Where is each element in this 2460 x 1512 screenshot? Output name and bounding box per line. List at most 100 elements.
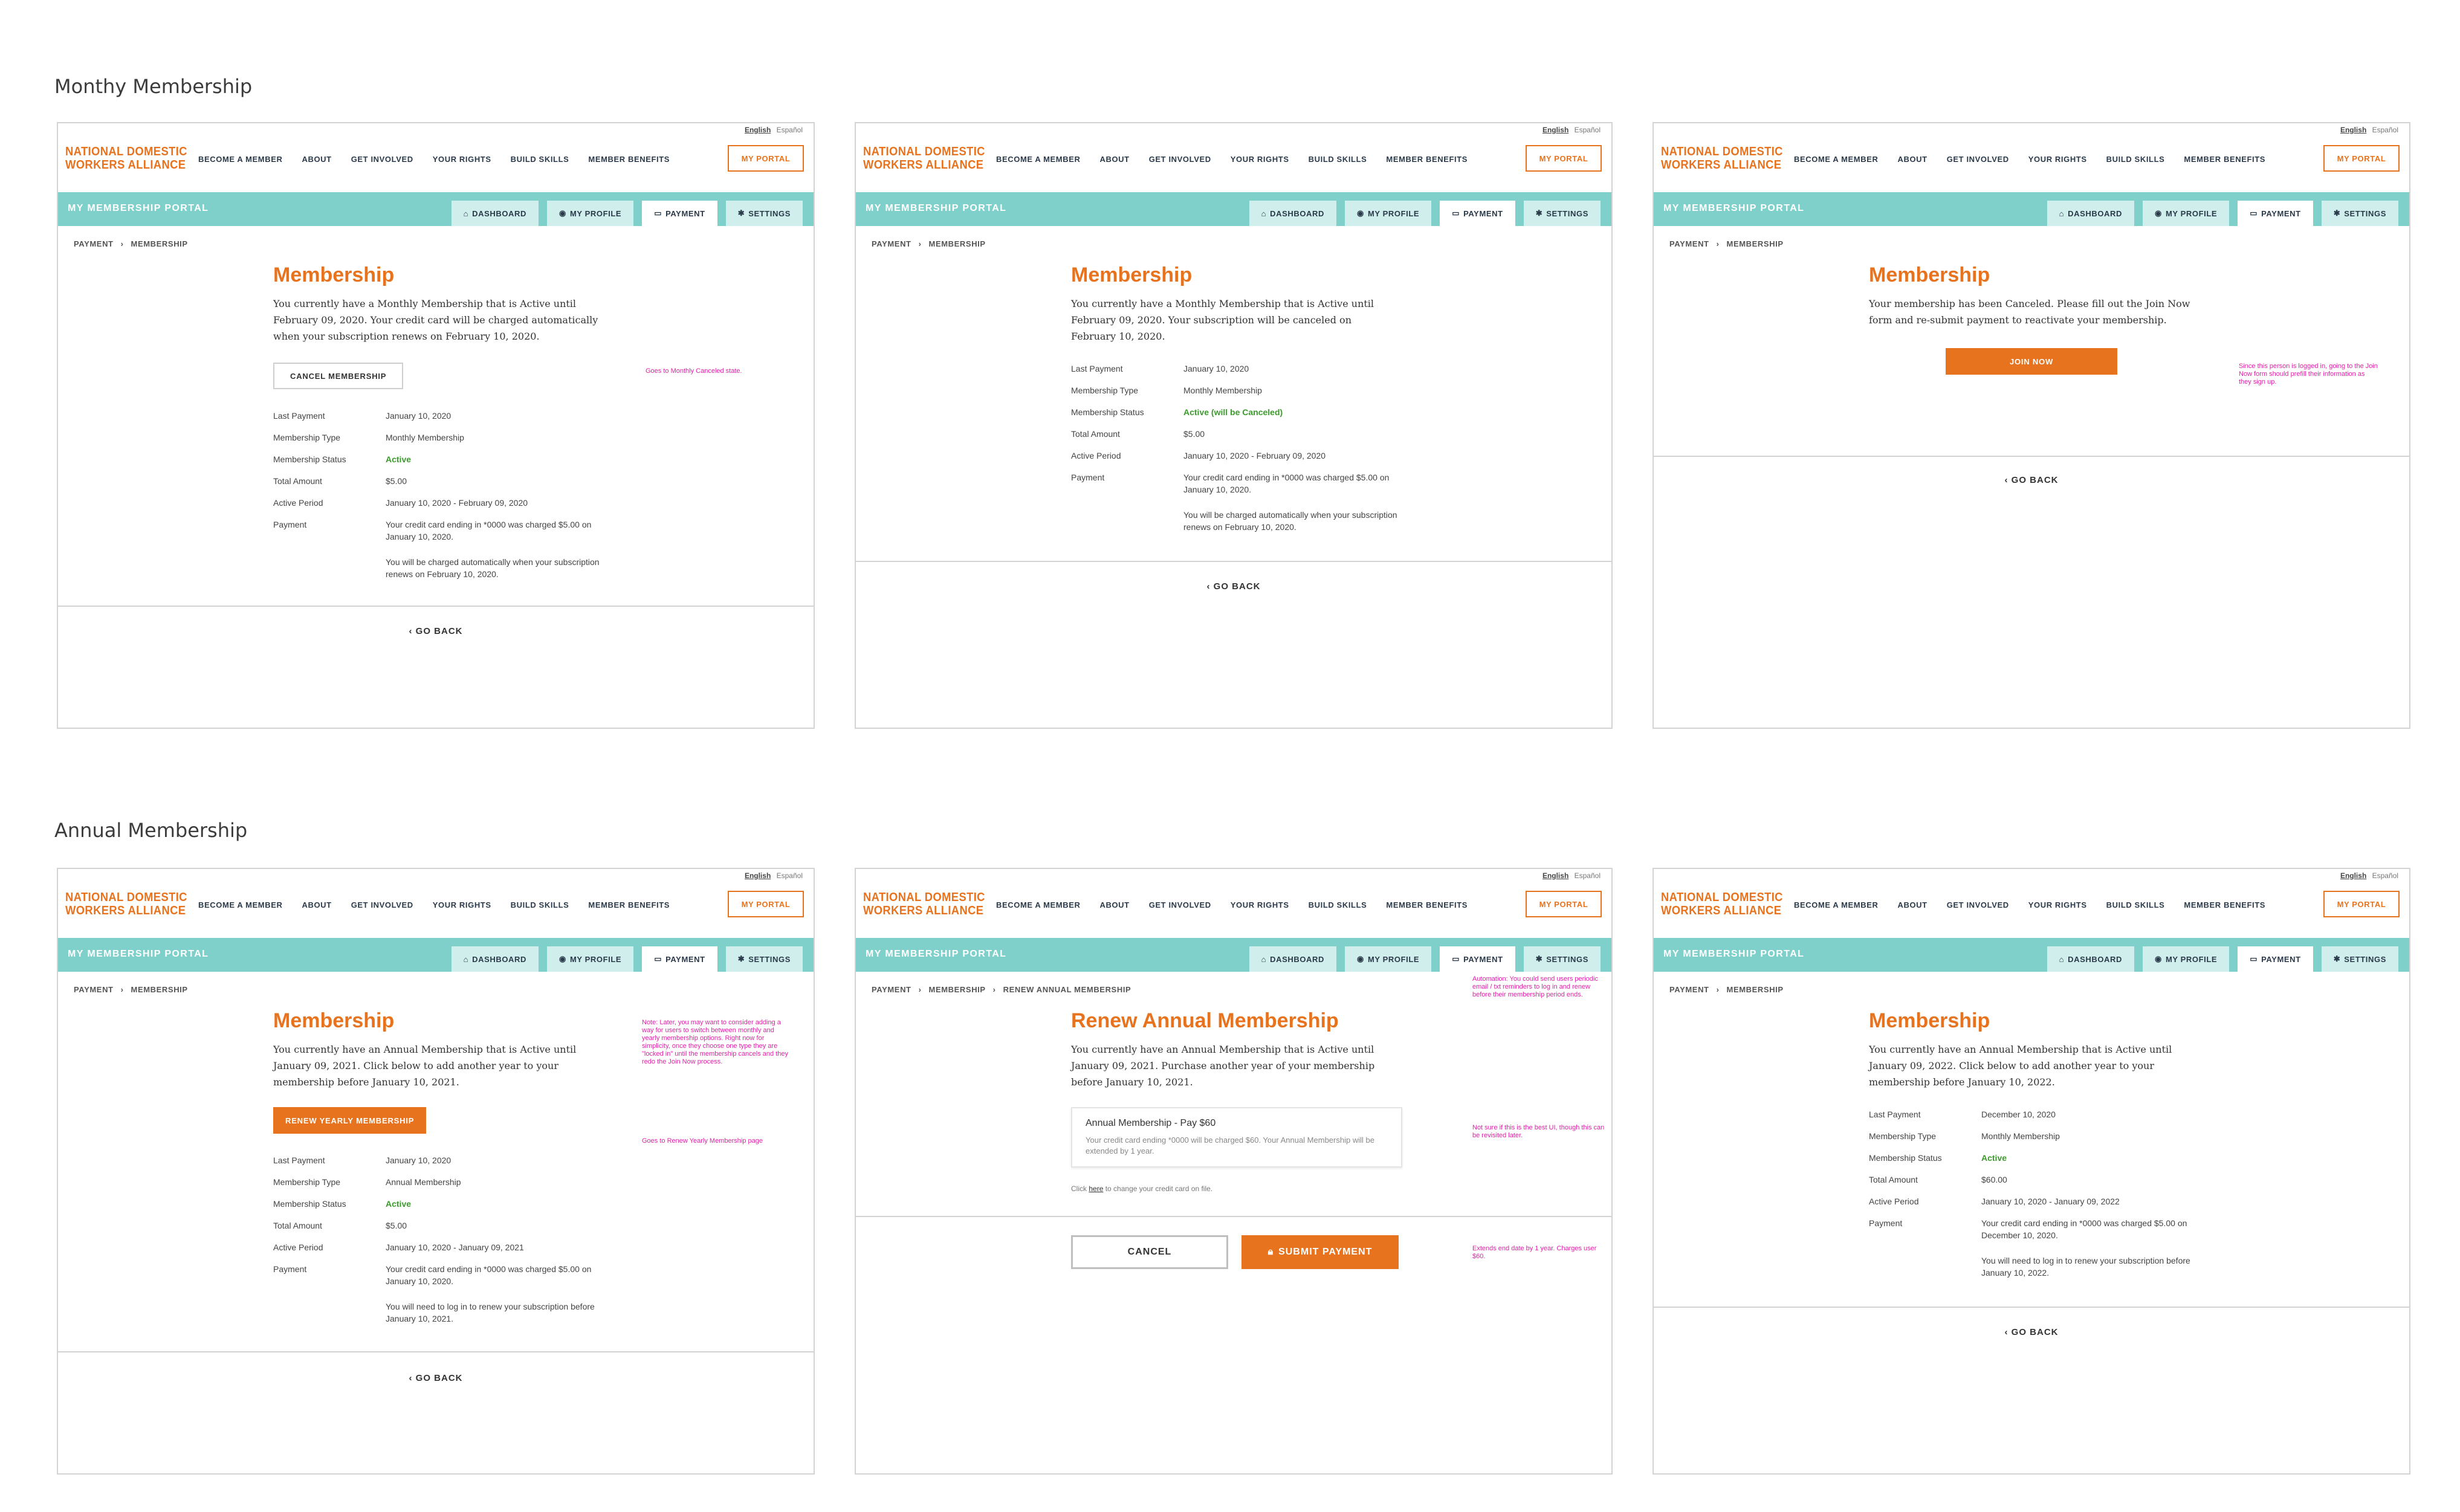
nav-your-rights[interactable]: YOUR RIGHTS <box>433 155 491 164</box>
tab-dashboard[interactable]: ⌂ DASHBOARD <box>2047 201 2135 226</box>
nav-become-member[interactable]: BECOME A MEMBER <box>996 900 1080 909</box>
my-portal-button[interactable]: MY PORTAL <box>1526 891 1602 917</box>
payment-option-card[interactable]: Annual Membership - Pay $60 Your credit … <box>1071 1107 1402 1168</box>
lang-espanol-link[interactable]: Español <box>1575 871 1601 880</box>
tab-payment[interactable]: ▭ PAYMENT <box>2238 946 2313 972</box>
my-portal-button[interactable]: MY PORTAL <box>728 891 804 917</box>
tab-settings[interactable]: ✱ SETTINGS <box>725 946 803 972</box>
crumb-membership[interactable]: MEMBERSHIP <box>929 985 986 994</box>
nda-logo[interactable]: NATIONAL DOMESTIC WORKERS ALLIANCE <box>1661 145 1783 172</box>
nav-become-member[interactable]: BECOME A MEMBER <box>198 900 282 909</box>
tab-my-profile[interactable]: ◉ MY PROFILE <box>1345 201 1432 226</box>
crumb-payment[interactable]: PAYMENT <box>74 985 114 994</box>
nav-build-skills[interactable]: BUILD SKILLS <box>511 900 569 909</box>
nav-about[interactable]: ABOUT <box>1099 900 1129 909</box>
nav-get-involved[interactable]: GET INVOLVED <box>1149 155 1211 164</box>
nav-become-member[interactable]: BECOME A MEMBER <box>996 155 1080 164</box>
nav-member-benefits[interactable]: MEMBER BENEFITS <box>2184 900 2265 909</box>
cancel-membership-button[interactable]: CANCEL MEMBERSHIP <box>273 363 404 389</box>
nav-about[interactable]: ABOUT <box>302 155 331 164</box>
my-portal-button[interactable]: MY PORTAL <box>728 145 804 172</box>
renew-yearly-membership-button[interactable]: RENEW YEARLY MEMBERSHIP <box>273 1107 427 1134</box>
my-portal-button[interactable]: MY PORTAL <box>2323 145 2400 172</box>
tab-settings[interactable]: ✱ SETTINGS <box>1523 201 1601 226</box>
nav-member-benefits[interactable]: MEMBER BENEFITS <box>588 900 670 909</box>
nav-about[interactable]: ABOUT <box>1897 155 1927 164</box>
crumb-payment[interactable]: PAYMENT <box>872 239 911 248</box>
submit-payment-button[interactable]: 🔒︎ SUBMIT PAYMENT <box>1241 1235 1399 1269</box>
nav-build-skills[interactable]: BUILD SKILLS <box>1309 900 1367 909</box>
lang-english-link[interactable]: English <box>2340 871 2366 880</box>
lang-english-link[interactable]: English <box>2340 126 2366 134</box>
lang-espanol-link[interactable]: Español <box>777 126 803 134</box>
tab-payment[interactable]: ▭ PAYMENT <box>642 201 717 226</box>
nav-your-rights[interactable]: YOUR RIGHTS <box>1231 900 1289 909</box>
nav-your-rights[interactable]: YOUR RIGHTS <box>2028 900 2087 909</box>
go-back-link[interactable]: ‹ GO BACK <box>856 581 1611 592</box>
nav-about[interactable]: ABOUT <box>302 900 331 909</box>
nav-get-involved[interactable]: GET INVOLVED <box>1947 155 2009 164</box>
join-now-button[interactable]: JOIN NOW <box>1946 348 2117 375</box>
tab-my-profile[interactable]: ◉ MY PROFILE <box>1345 946 1432 972</box>
my-portal-button[interactable]: MY PORTAL <box>2323 891 2400 917</box>
nav-build-skills[interactable]: BUILD SKILLS <box>2106 155 2165 164</box>
nav-about[interactable]: ABOUT <box>1099 155 1129 164</box>
tab-dashboard[interactable]: ⌂ DASHBOARD <box>1249 946 1337 972</box>
nav-get-involved[interactable]: GET INVOLVED <box>351 155 413 164</box>
cancel-button[interactable]: CANCEL <box>1071 1235 1228 1269</box>
go-back-link[interactable]: ‹ GO BACK <box>1654 1327 2409 1337</box>
lang-english-link[interactable]: English <box>1542 871 1568 880</box>
tab-my-profile[interactable]: ◉ MY PROFILE <box>547 201 634 226</box>
nav-about[interactable]: ABOUT <box>1897 900 1927 909</box>
nda-logo[interactable]: NATIONAL DOMESTIC WORKERS ALLIANCE <box>863 891 985 917</box>
nav-get-involved[interactable]: GET INVOLVED <box>351 900 413 909</box>
lang-english-link[interactable]: English <box>745 871 771 880</box>
my-portal-button[interactable]: MY PORTAL <box>1526 145 1602 172</box>
go-back-link[interactable]: ‹ GO BACK <box>1654 475 2409 485</box>
crumb-payment[interactable]: PAYMENT <box>74 239 114 248</box>
nda-logo[interactable]: NATIONAL DOMESTIC WORKERS ALLIANCE <box>1661 891 1783 917</box>
tab-settings[interactable]: ✱ SETTINGS <box>725 201 803 226</box>
tab-dashboard[interactable]: ⌂ DASHBOARD <box>451 201 539 226</box>
lang-espanol-link[interactable]: Español <box>2372 871 2398 880</box>
nav-your-rights[interactable]: YOUR RIGHTS <box>1231 155 1289 164</box>
go-back-link[interactable]: ‹ GO BACK <box>58 1373 814 1383</box>
tab-dashboard[interactable]: ⌂ DASHBOARD <box>451 946 539 972</box>
nav-member-benefits[interactable]: MEMBER BENEFITS <box>1386 155 1468 164</box>
tab-payment[interactable]: ▭ PAYMENT <box>1440 946 1515 972</box>
nav-member-benefits[interactable]: MEMBER BENEFITS <box>1386 900 1468 909</box>
tab-my-profile[interactable]: ◉ MY PROFILE <box>2143 201 2230 226</box>
tab-dashboard[interactable]: ⌂ DASHBOARD <box>2047 946 2135 972</box>
nda-logo[interactable]: NATIONAL DOMESTIC WORKERS ALLIANCE <box>863 145 985 172</box>
nav-get-involved[interactable]: GET INVOLVED <box>1149 900 1211 909</box>
tab-payment[interactable]: ▭ PAYMENT <box>2238 201 2313 226</box>
crumb-payment[interactable]: PAYMENT <box>1669 985 1709 994</box>
lang-english-link[interactable]: English <box>1542 126 1568 134</box>
nav-build-skills[interactable]: BUILD SKILLS <box>1309 155 1367 164</box>
tab-settings[interactable]: ✱ SETTINGS <box>2321 946 2398 972</box>
tab-settings[interactable]: ✱ SETTINGS <box>2321 201 2398 226</box>
nav-your-rights[interactable]: YOUR RIGHTS <box>433 900 491 909</box>
nav-build-skills[interactable]: BUILD SKILLS <box>511 155 569 164</box>
crumb-payment[interactable]: PAYMENT <box>872 985 911 994</box>
tab-settings[interactable]: ✱ SETTINGS <box>1523 946 1601 972</box>
nav-get-involved[interactable]: GET INVOLVED <box>1947 900 2009 909</box>
nav-become-member[interactable]: BECOME A MEMBER <box>1794 155 1878 164</box>
nav-your-rights[interactable]: YOUR RIGHTS <box>2028 155 2087 164</box>
change-card-link[interactable]: here <box>1089 1184 1103 1193</box>
lang-espanol-link[interactable]: Español <box>777 871 803 880</box>
nda-logo[interactable]: NATIONAL DOMESTIC WORKERS ALLIANCE <box>65 891 187 917</box>
nav-member-benefits[interactable]: MEMBER BENEFITS <box>2184 155 2265 164</box>
tab-dashboard[interactable]: ⌂ DASHBOARD <box>1249 201 1337 226</box>
nav-become-member[interactable]: BECOME A MEMBER <box>198 155 282 164</box>
lang-espanol-link[interactable]: Español <box>2372 126 2398 134</box>
crumb-payment[interactable]: PAYMENT <box>1669 239 1709 248</box>
lang-espanol-link[interactable]: Español <box>1575 126 1601 134</box>
nav-build-skills[interactable]: BUILD SKILLS <box>2106 900 2165 909</box>
tab-my-profile[interactable]: ◉ MY PROFILE <box>547 946 634 972</box>
go-back-link[interactable]: ‹ GO BACK <box>58 626 814 636</box>
lang-english-link[interactable]: English <box>745 126 771 134</box>
nav-become-member[interactable]: BECOME A MEMBER <box>1794 900 1878 909</box>
nav-member-benefits[interactable]: MEMBER BENEFITS <box>588 155 670 164</box>
tab-payment[interactable]: ▭ PAYMENT <box>642 946 717 972</box>
